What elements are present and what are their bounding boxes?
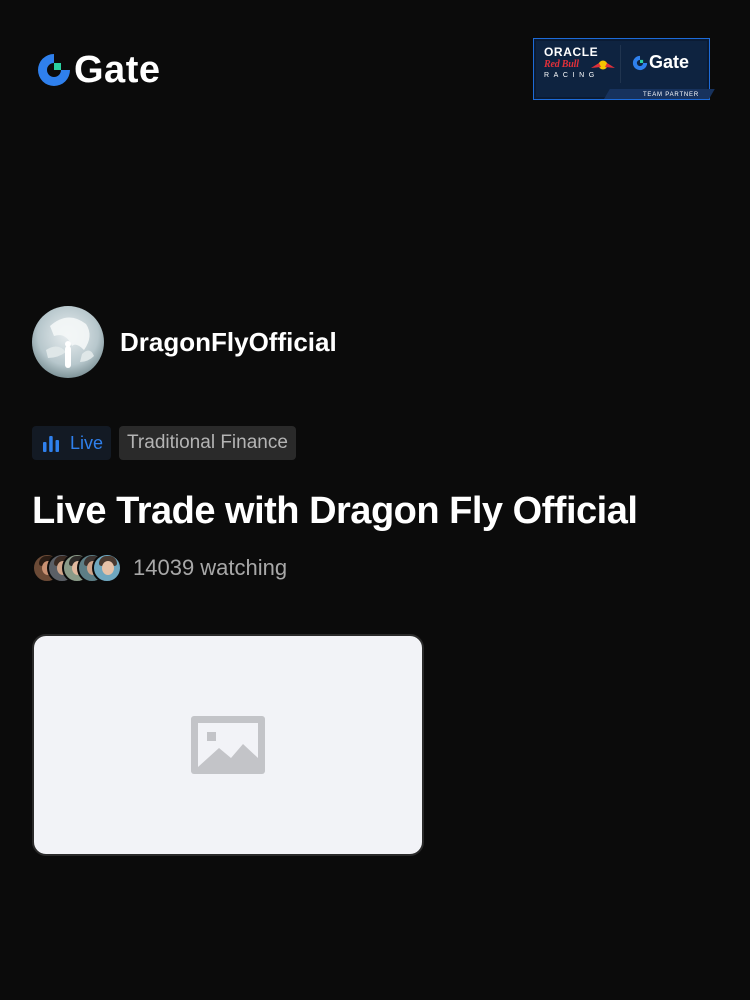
team-partner-label: TEAM PARTNER [642, 92, 699, 98]
oracle-wordmark: ORACLE [544, 45, 599, 59]
team-partner-badge: ORACLE Red Bull RACING Gate TEAM PARTNER [533, 38, 715, 100]
redbull-wordmark: Red Bull [544, 59, 579, 70]
host-name[interactable]: DragonFlyOfficial [120, 327, 337, 358]
gate-logo[interactable]: Gate [36, 50, 160, 90]
redbull-bulls-icon [591, 60, 615, 70]
category-label: Traditional Finance [127, 432, 288, 453]
host-avatar[interactable] [32, 306, 104, 378]
viewer-avatar [92, 553, 122, 583]
category-tag[interactable]: Traditional Finance [119, 426, 296, 460]
watchers-row: 14039 watching [32, 553, 287, 583]
stream-tags: Live Traditional Finance [32, 426, 296, 460]
racing-wordmark: RACING [544, 72, 599, 79]
image-placeholder-icon [191, 716, 265, 774]
watching-count: 14039 watching [133, 555, 288, 580]
badge-gate-text: Gate [649, 52, 690, 72]
badge-gate-logo: Gate [632, 52, 689, 73]
gate-logo-icon [632, 55, 648, 70]
live-label: Live [70, 432, 104, 453]
viewer-avatar-stack [32, 553, 122, 583]
gate-logo-text: Gate [74, 49, 161, 91]
live-badge: Live [32, 426, 112, 460]
gate-logo-icon [38, 54, 70, 86]
host-row[interactable]: DragonFlyOfficial [32, 306, 337, 378]
live-bars-icon [43, 436, 59, 452]
stream-preview[interactable] [32, 634, 424, 856]
badge-divider [620, 45, 621, 83]
stream-title: Live Trade with Dragon Fly Official [32, 490, 638, 532]
